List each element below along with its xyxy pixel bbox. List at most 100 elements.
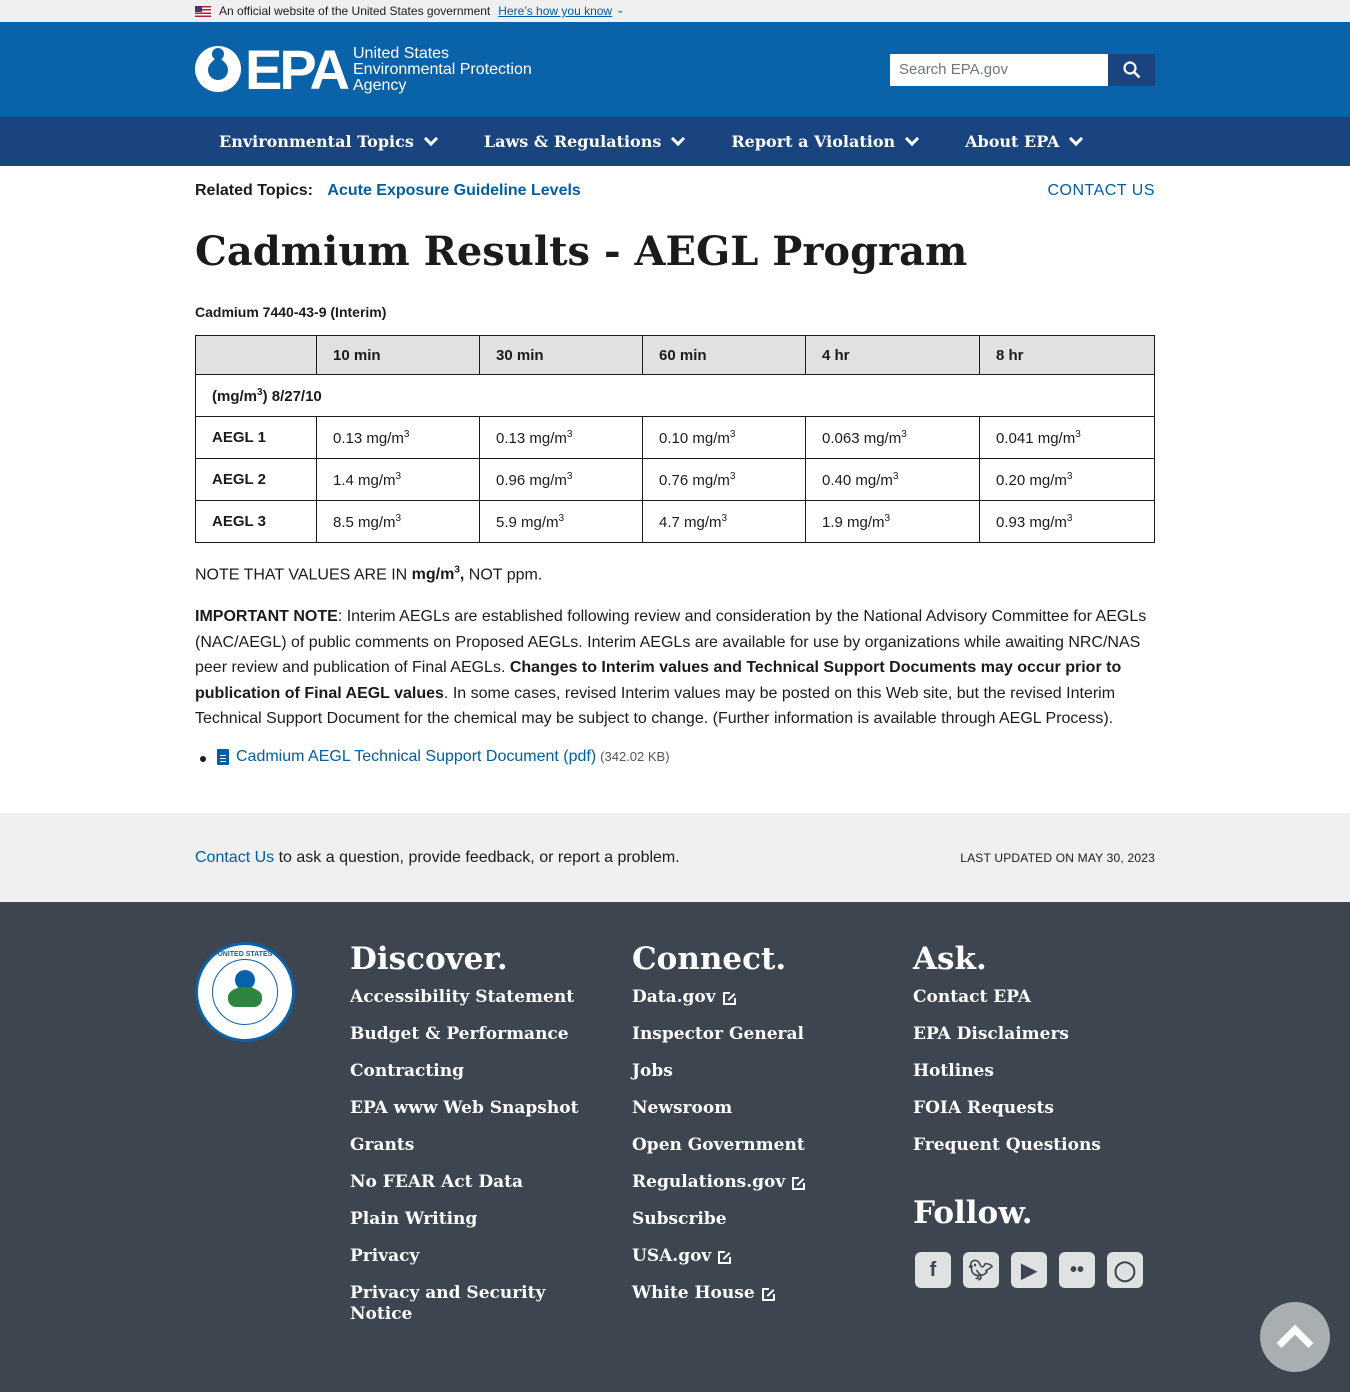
table-header: 8 hr	[979, 335, 1155, 375]
table-cell: 1.4 mg/m3	[316, 458, 480, 501]
footer-link[interactable]: White House	[632, 1283, 872, 1304]
contact-us-link[interactable]: CONTACT US	[1047, 182, 1155, 200]
unit-cell: (mg/m3) 8/27/10	[195, 374, 1155, 417]
important-note: IMPORTANT NOTE: Interim AEGLs are establ…	[195, 608, 1147, 728]
epa-logo[interactable]: EPA United States Environmental Protecti…	[195, 37, 532, 101]
nav-report-violation[interactable]: Report a Violation	[707, 131, 941, 151]
table-cell: 0.76 mg/m3	[642, 458, 806, 501]
chemical-title: Cadmium 7440-43-9 (Interim)	[195, 304, 387, 320]
footer-link[interactable]: Contact EPA	[913, 987, 1153, 1008]
last-updated: LAST UPDATED ON MAY 30, 2023	[960, 850, 1155, 865]
logo-abbr: EPA	[245, 37, 350, 101]
footer-link[interactable]: Contracting	[350, 1061, 590, 1082]
main-content: Related Topics: Acute Exposure Guideline…	[195, 182, 1155, 766]
footer-link[interactable]: Open Government	[632, 1135, 872, 1156]
file-pdf-icon	[217, 748, 229, 765]
footer-link[interactable]: Frequent Questions	[913, 1135, 1153, 1156]
row-label: AEGL 2	[195, 458, 317, 501]
chevron-down-icon	[1069, 131, 1084, 147]
table-header: 10 min	[316, 335, 480, 375]
table-cell: 4.7 mg/m3	[642, 500, 806, 543]
page-title: Cadmium Results - AEGL Program	[195, 228, 968, 275]
discover-column: Discover. Accessibility Statement Budget …	[350, 940, 590, 1341]
logo-line-1: United States	[353, 44, 450, 62]
external-link-icon	[761, 1287, 776, 1301]
footer-link[interactable]: Data.gov	[632, 987, 872, 1008]
related-topic-link[interactable]: Acute Exposure Guideline Levels	[327, 182, 580, 199]
footer-link[interactable]: Newsroom	[632, 1098, 872, 1119]
nav-environmental-topics[interactable]: Environmental Topics	[195, 131, 460, 151]
table-cell: 5.9 mg/m3	[479, 500, 643, 543]
youtube-icon[interactable]: ▶	[1011, 1252, 1047, 1288]
gov-banner: An official website of the United States…	[0, 0, 1350, 22]
nav-label: Laws & Regulations	[483, 132, 662, 151]
chevron-down-icon	[423, 131, 438, 147]
flickr-icon[interactable]: ••	[1059, 1252, 1095, 1288]
twitter-icon[interactable]: 🐦︎	[963, 1252, 999, 1288]
row-label: AEGL 3	[195, 500, 317, 543]
table-cell: 0.041 mg/m3	[979, 416, 1155, 459]
contact-us-footer-link[interactable]: Contact Us	[195, 849, 274, 866]
epa-seal-icon: UNITED STATES	[195, 942, 295, 1042]
footer-link[interactable]: USA.gov	[632, 1246, 872, 1267]
document-list: Cadmium AEGL Technical Support Document …	[195, 748, 1155, 766]
external-link-icon	[718, 1250, 733, 1264]
file-size: (342.02 KB)	[600, 749, 670, 765]
footer-link[interactable]: Plain Writing	[350, 1209, 590, 1230]
logo-line-3: Agency	[353, 76, 407, 94]
external-link-icon	[792, 1176, 807, 1190]
facebook-icon[interactable]: f	[915, 1252, 951, 1288]
footer-link[interactable]: EPA Disclaimers	[913, 1024, 1153, 1045]
table-cell: 0.20 mg/m3	[979, 458, 1155, 501]
search-button[interactable]	[1108, 53, 1155, 86]
footer-link[interactable]: FOIA Requests	[913, 1098, 1153, 1119]
footer-link[interactable]: Subscribe	[632, 1209, 872, 1230]
units-note: NOTE THAT VALUES ARE IN mg/m3, NOT ppm.	[195, 565, 543, 584]
footer-link[interactable]: Budget & Performance	[350, 1024, 590, 1045]
footer-link[interactable]: Hotlines	[913, 1061, 1153, 1082]
site-header: EPA United States Environmental Protecti…	[0, 22, 1350, 117]
related-topics-bar: Related Topics: Acute Exposure Guideline…	[195, 182, 1155, 200]
table-header: 30 min	[479, 335, 643, 375]
instagram-icon[interactable]: ◯	[1107, 1252, 1143, 1288]
gov-banner-text: An official website of the United States…	[219, 4, 491, 18]
table-row: AEGL 1 0.13 mg/m3 0.13 mg/m3 0.10 mg/m3 0.06…	[195, 416, 1155, 459]
search-form	[890, 53, 1155, 86]
table-row: AEGL 3 8.5 mg/m3 5.9 mg/m3 4.7 mg/m3 1.9 mg/…	[195, 500, 1155, 543]
site-footer: UNITED STATES Discover. Accessibility St…	[0, 902, 1350, 1392]
epa-flower-icon	[195, 45, 243, 94]
nav-label: Report a Violation	[731, 132, 896, 151]
chevron-down-icon	[671, 131, 686, 147]
related-topics-label: Related Topics:	[195, 182, 313, 199]
main-nav: Environmental Topics Laws & Regulations …	[0, 117, 1350, 166]
table-header: 4 hr	[805, 335, 980, 375]
table-cell: 8.5 mg/m3	[316, 500, 480, 543]
footer-link[interactable]: Accessibility Statement	[350, 987, 590, 1008]
nav-laws-regulations[interactable]: Laws & Regulations	[460, 131, 708, 151]
row-label: AEGL 1	[195, 416, 317, 459]
footer-link[interactable]: Grants	[350, 1135, 590, 1156]
external-link-icon	[722, 991, 737, 1005]
footer-link[interactable]: Privacy	[350, 1246, 590, 1267]
heres-how-you-know-link[interactable]: Here’s how you know	[498, 0, 612, 22]
table-header-row: 10 min 30 min 60 min 4 hr 8 hr	[195, 335, 1155, 375]
social-links: f 🐦︎ ▶ •• ◯	[915, 1252, 1155, 1288]
chevron-up-icon	[1276, 1324, 1314, 1362]
us-flag-icon	[195, 5, 211, 17]
nav-label: Environmental Topics	[219, 132, 414, 151]
footer-link[interactable]: Jobs	[632, 1061, 872, 1082]
seal-text: UNITED STATES	[217, 951, 273, 958]
footer-link[interactable]: Regulations.gov	[632, 1172, 872, 1193]
footer-link[interactable]: Privacy and Security Notice	[350, 1283, 590, 1325]
footer-link[interactable]: No FEAR Act Data	[350, 1172, 590, 1193]
search-input[interactable]	[890, 53, 1108, 86]
nav-about-epa[interactable]: About EPA	[941, 131, 1105, 151]
chevron-down-icon[interactable]: ⌄	[616, 0, 624, 22]
tsd-pdf-link[interactable]: Cadmium AEGL Technical Support Document …	[236, 748, 596, 766]
back-to-top-button[interactable]	[1260, 1302, 1330, 1372]
contact-strip: Contact Us to ask a question, provide fe…	[0, 813, 1350, 902]
logo-line-2: Environmental Protection	[353, 60, 532, 78]
footer-link[interactable]: EPA www Web Snapshot	[350, 1098, 590, 1119]
footer-link[interactable]: Inspector General	[632, 1024, 872, 1045]
connect-column: Connect. Data.gov Inspector General Jobs Ne…	[632, 940, 872, 1320]
